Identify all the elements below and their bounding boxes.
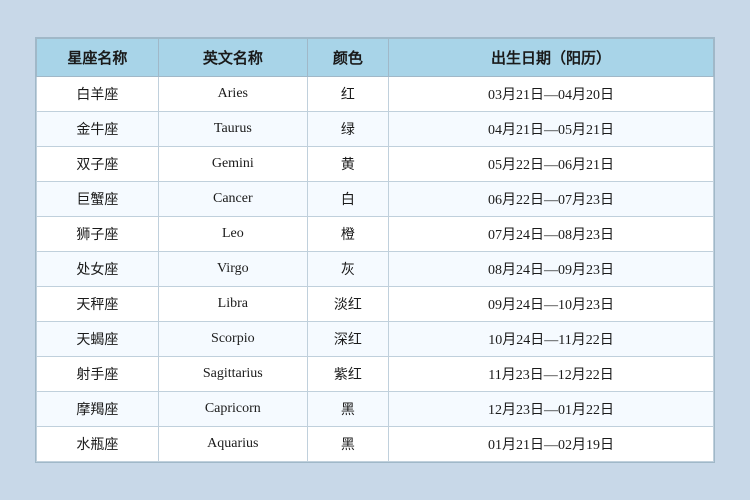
cell-chinese-name: 巨蟹座 [37,182,159,217]
cell-color: 绿 [307,112,388,147]
cell-date: 05月22日—06月21日 [389,147,714,182]
table-row: 天秤座Libra淡红09月24日—10月23日 [37,287,714,322]
cell-date: 07月24日—08月23日 [389,217,714,252]
cell-color: 紫红 [307,357,388,392]
table-row: 处女座Virgo灰08月24日—09月23日 [37,252,714,287]
cell-english-name: Aries [158,77,307,112]
cell-color: 黑 [307,392,388,427]
table-row: 白羊座Aries红03月21日—04月20日 [37,77,714,112]
cell-english-name: Libra [158,287,307,322]
cell-english-name: Aquarius [158,427,307,462]
cell-english-name: Scorpio [158,322,307,357]
cell-date: 04月21日—05月21日 [389,112,714,147]
cell-date: 01月21日—02月19日 [389,427,714,462]
table-row: 水瓶座Aquarius黑01月21日—02月19日 [37,427,714,462]
table-row: 双子座Gemini黄05月22日—06月21日 [37,147,714,182]
cell-english-name: Sagittarius [158,357,307,392]
cell-date: 12月23日—01月22日 [389,392,714,427]
cell-date: 03月21日—04月20日 [389,77,714,112]
cell-color: 淡红 [307,287,388,322]
table-body: 白羊座Aries红03月21日—04月20日金牛座Taurus绿04月21日—0… [37,77,714,462]
table-row: 巨蟹座Cancer白06月22日—07月23日 [37,182,714,217]
cell-chinese-name: 摩羯座 [37,392,159,427]
cell-chinese-name: 处女座 [37,252,159,287]
cell-english-name: Taurus [158,112,307,147]
cell-english-name: Gemini [158,147,307,182]
cell-chinese-name: 天秤座 [37,287,159,322]
cell-chinese-name: 狮子座 [37,217,159,252]
header-color: 颜色 [307,39,388,77]
cell-color: 红 [307,77,388,112]
cell-chinese-name: 金牛座 [37,112,159,147]
cell-english-name: Leo [158,217,307,252]
table-row: 摩羯座Capricorn黑12月23日—01月22日 [37,392,714,427]
table-row: 金牛座Taurus绿04月21日—05月21日 [37,112,714,147]
cell-color: 白 [307,182,388,217]
cell-color: 深红 [307,322,388,357]
cell-date: 06月22日—07月23日 [389,182,714,217]
cell-chinese-name: 白羊座 [37,77,159,112]
zodiac-table: 星座名称 英文名称 颜色 出生日期（阳历） 白羊座Aries红03月21日—04… [36,38,714,462]
cell-date: 09月24日—10月23日 [389,287,714,322]
cell-english-name: Virgo [158,252,307,287]
cell-date: 11月23日—12月22日 [389,357,714,392]
header-date: 出生日期（阳历） [389,39,714,77]
header-english-name: 英文名称 [158,39,307,77]
cell-date: 10月24日—11月22日 [389,322,714,357]
table-row: 天蝎座Scorpio深红10月24日—11月22日 [37,322,714,357]
cell-english-name: Capricorn [158,392,307,427]
table-row: 狮子座Leo橙07月24日—08月23日 [37,217,714,252]
cell-color: 黄 [307,147,388,182]
cell-english-name: Cancer [158,182,307,217]
table-header-row: 星座名称 英文名称 颜色 出生日期（阳历） [37,39,714,77]
table-row: 射手座Sagittarius紫红11月23日—12月22日 [37,357,714,392]
zodiac-table-container: 星座名称 英文名称 颜色 出生日期（阳历） 白羊座Aries红03月21日—04… [35,37,715,463]
cell-color: 橙 [307,217,388,252]
cell-chinese-name: 天蝎座 [37,322,159,357]
cell-chinese-name: 水瓶座 [37,427,159,462]
cell-chinese-name: 双子座 [37,147,159,182]
cell-color: 灰 [307,252,388,287]
cell-date: 08月24日—09月23日 [389,252,714,287]
cell-color: 黑 [307,427,388,462]
cell-chinese-name: 射手座 [37,357,159,392]
header-chinese-name: 星座名称 [37,39,159,77]
